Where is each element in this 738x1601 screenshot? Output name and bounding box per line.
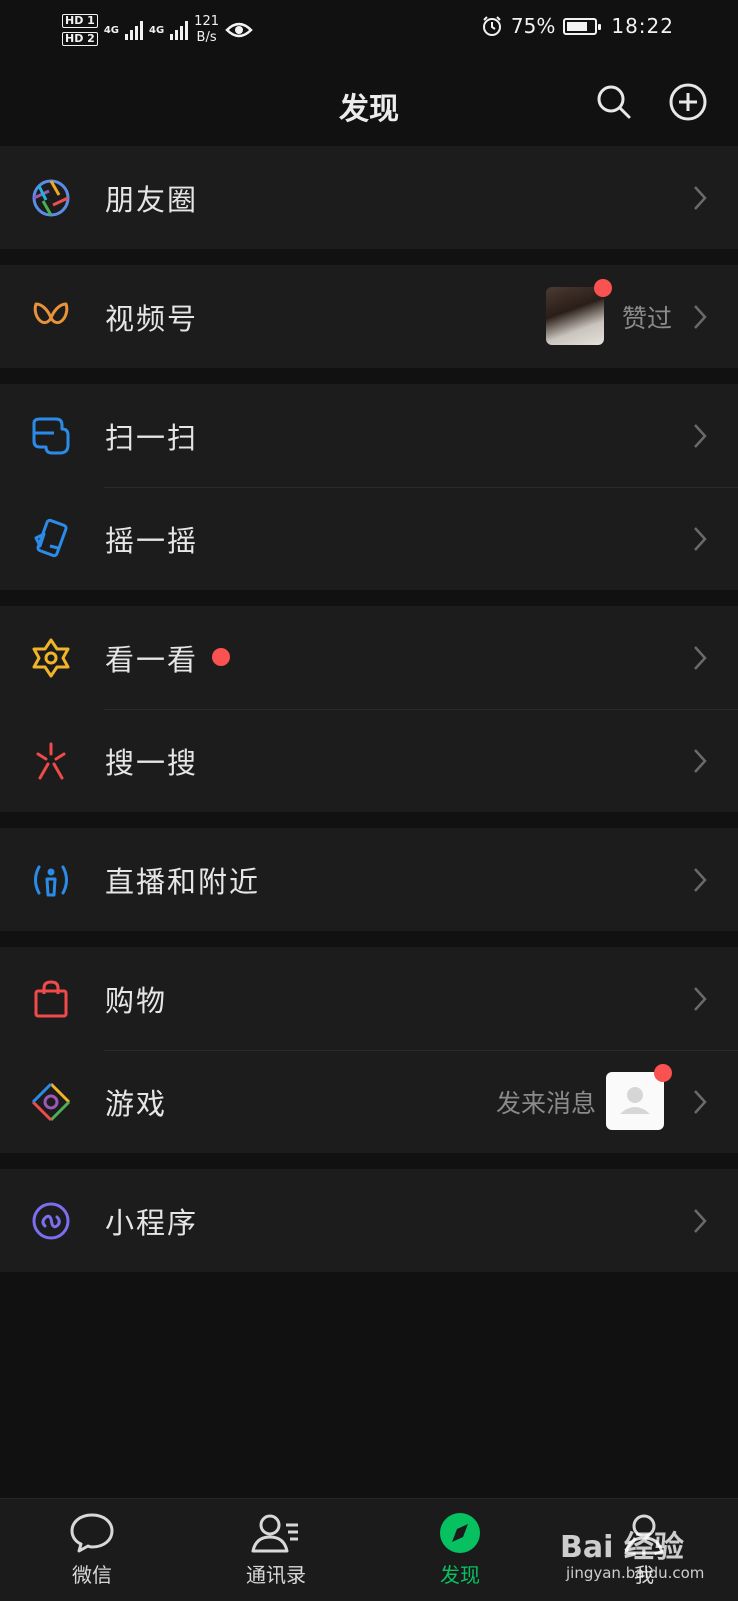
chevron-right-icon [694,1089,707,1114]
games-icon [31,1082,71,1121]
scan-icon [32,417,70,454]
contacts-icon [251,1514,298,1553]
battery-level [567,21,587,31]
chat-bubble-icon [70,1513,114,1553]
tab-chats[interactable]: 微信 [32,1511,152,1588]
signal-icon [125,20,143,40]
item-label: 搜一搜 [105,745,199,780]
tab-discover[interactable]: 发现 [400,1511,520,1588]
search-feature-icon [36,742,66,779]
chevron-right-icon [694,645,707,670]
item-label: 购物 [105,983,168,1018]
item-label: 视频号 [105,301,199,336]
signal-icon-2 [170,20,189,40]
tab-contacts[interactable]: 通讯录 [216,1511,336,1588]
watermark-url: jingyan.baidu.com [566,1564,705,1582]
top-stories-icon [32,638,70,677]
item-label: 看一看 [105,642,199,677]
network-speed: 121 B/s [194,14,219,46]
tab-label: 通讯录 [246,1563,306,1587]
menu-item-moments[interactable]: 朋友圈 [0,146,738,249]
moments-icon [32,179,70,216]
tab-label: 微信 [72,1563,112,1587]
item-label: 游戏 [105,1086,168,1121]
hd2-badge: HD 2 [62,32,98,46]
item-label: 小程序 [105,1205,199,1240]
group-moments: 朋友圈 [0,146,738,249]
status-right: 75% 18:22 [481,14,674,38]
menu-item-shake[interactable]: 摇一摇 [0,487,738,590]
menu-item-search[interactable]: 搜一搜 [0,709,738,812]
hd-indicators: HD 1 HD 2 [62,14,98,46]
network-type-2: 4G [149,24,165,36]
eye-icon [225,22,253,38]
menu-item-mini-programs[interactable]: 小程序 [0,1169,738,1272]
hd1-badge: HD 1 [62,14,98,28]
games-status-text: 发来消息 [496,1088,597,1118]
status-bar: HD 1 HD 2 4G 4G 121 B/s 75% 18:22 [0,0,738,62]
title-bar: 发现 [0,62,738,146]
chevron-right-icon [694,304,707,329]
status-left: HD 1 HD 2 4G 4G 121 B/s [62,10,253,50]
menu-item-top-stories[interactable]: 看一看 [0,606,738,709]
avatar-placeholder-icon [620,1087,650,1114]
channels-icon [33,302,69,324]
channels-status-text: 赞过 [622,303,673,333]
discover-list: 朋友圈 视频号 赞过 扫一扫 摇一摇 看一看 搜一搜 直播和附近 购物 游戏 发… [0,146,738,1288]
group-channels: 视频号 赞过 [0,265,738,368]
chevron-right-icon [694,986,707,1011]
top-stories-badge [212,648,230,666]
menu-item-channels[interactable]: 视频号 赞过 [0,265,738,368]
games-avatar [606,1072,664,1130]
chevron-right-icon [694,867,707,892]
channels-badge [594,279,612,297]
speed-value: 121 [194,14,219,29]
group-shop-games: 购物 游戏 发来消息 [0,947,738,1153]
menu-item-scan[interactable]: 扫一扫 [0,384,738,487]
shake-icon [34,518,68,557]
tab-label: 发现 [440,1563,480,1587]
group-mini-programs: 小程序 [0,1169,738,1272]
item-label: 扫一扫 [105,420,199,455]
item-label: 朋友圈 [105,182,199,217]
chevron-right-icon [694,1208,707,1233]
battery-percent: 75% [510,14,556,38]
network-type-1: 4G [103,24,119,36]
add-icon[interactable] [668,82,708,122]
group-live: 直播和附近 [0,828,738,931]
menu-item-games[interactable]: 游戏 发来消息 [0,1050,738,1153]
chevron-right-icon [694,185,707,210]
shopping-bag-icon [34,979,68,1017]
mini-program-icon [32,1202,70,1239]
group-scan-shake: 扫一扫 摇一摇 [0,384,738,590]
speed-unit: B/s [196,30,217,45]
menu-item-live-nearby[interactable]: 直播和附近 [0,828,738,931]
item-label: 直播和附近 [105,864,261,899]
live-nearby-icon [34,865,68,896]
games-badge [654,1064,672,1082]
baidu-watermark: Bai 经验 jingyan.baidu.com [560,1522,704,1582]
chevron-right-icon [694,748,707,773]
chevron-right-icon [694,526,707,551]
watermark-brand: Bai 经验 [560,1530,684,1565]
item-label: 摇一摇 [105,523,199,558]
search-icon[interactable] [594,82,634,122]
compass-icon [440,1513,480,1553]
alarm-icon [482,16,501,36]
chevron-right-icon [694,423,707,448]
battery-icon [563,17,602,35]
group-look-search: 看一看 搜一搜 [0,606,738,812]
clock: 18:22 [611,14,674,38]
channels-thumbnail [546,287,604,345]
menu-item-shopping[interactable]: 购物 [0,947,738,1050]
